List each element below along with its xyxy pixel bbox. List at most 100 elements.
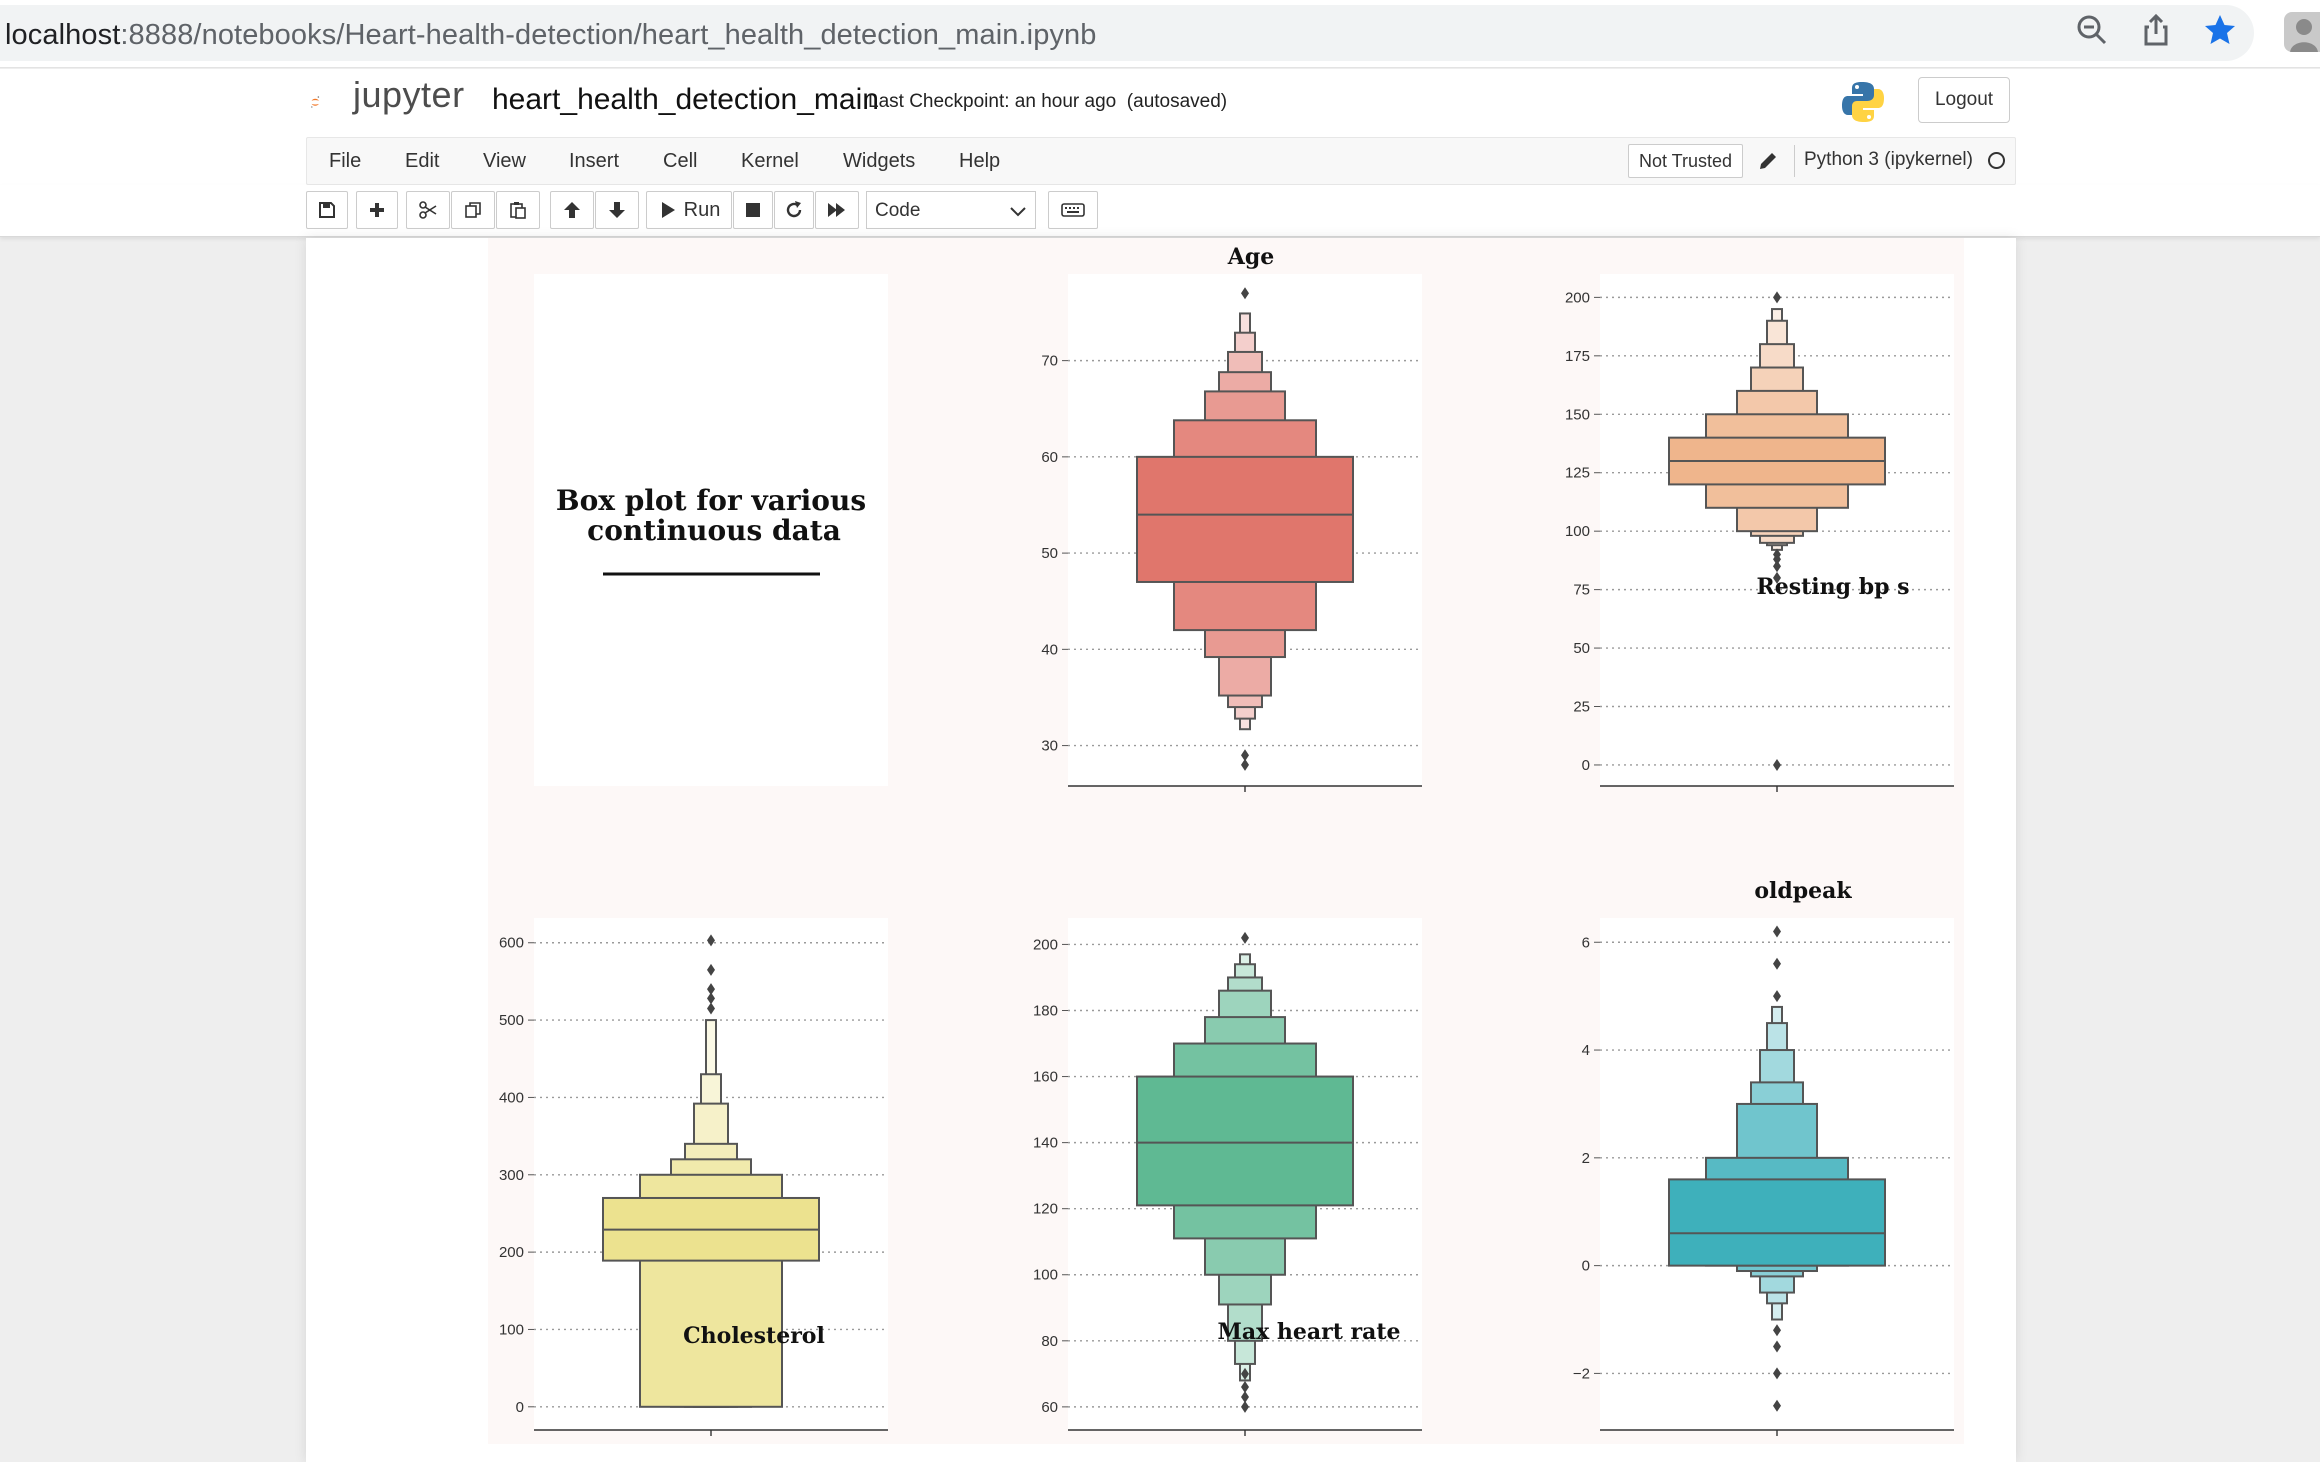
- chevron-down-icon: [1010, 207, 1026, 217]
- plot-title: Cholesterol: [683, 1323, 825, 1349]
- move-down-button[interactable]: [595, 191, 639, 229]
- url-host: localhost: [5, 19, 121, 51]
- y-tick-label: 175: [1565, 348, 1590, 365]
- menubar: File Edit View Insert Cell Kernel Widget…: [0, 137, 2320, 185]
- jupyter-logo-icon[interactable]: [310, 77, 354, 127]
- menu-widgets[interactable]: Widgets: [843, 150, 915, 173]
- y-tick-label: 200: [499, 1244, 524, 1261]
- y-tick-label: 600: [499, 935, 524, 952]
- cell-type-select[interactable]: Code: [866, 191, 1036, 229]
- y-tick-label: 400: [499, 1089, 524, 1106]
- y-tick-label: 75: [1573, 582, 1590, 599]
- y-tick-label: 25: [1573, 699, 1590, 716]
- url-path: :8888/notebooks/Heart-health-detection/h…: [120, 19, 1097, 51]
- checkpoint-status: Last Checkpoint: an hour ago (autosaved): [868, 91, 1227, 113]
- command-palette-button[interactable]: [1048, 191, 1098, 229]
- paste-button[interactable]: [496, 191, 540, 229]
- paste-icon: [510, 202, 526, 219]
- y-tick-label: 125: [1565, 465, 1590, 482]
- save-button[interactable]: [306, 191, 348, 229]
- menu-edit[interactable]: Edit: [405, 150, 439, 173]
- y-tick-label: 100: [1565, 523, 1590, 540]
- menu-view[interactable]: View: [483, 150, 526, 173]
- menu-kernel[interactable]: Kernel: [741, 150, 799, 173]
- cut-button[interactable]: [406, 191, 450, 229]
- save-icon: [319, 202, 335, 218]
- y-tick-label: 50: [1573, 640, 1590, 657]
- y-tick-label: 150: [1565, 406, 1590, 423]
- notebook-toolbar: Run Code: [0, 185, 2320, 237]
- menu-cell[interactable]: Cell: [663, 150, 697, 173]
- y-tick-label: 0: [1582, 757, 1590, 774]
- not-trusted-button[interactable]: Not Trusted: [1628, 144, 1744, 178]
- boxplot-figure: Box plot for various continuous data 30 4…: [488, 238, 1964, 1444]
- cell-type-value: Code: [875, 200, 921, 221]
- plot-title: Age: [1227, 244, 1274, 270]
- y-tick-label: 6: [1582, 934, 1590, 951]
- url-text: localhost:8888/notebooks/Heart-health-de…: [5, 19, 1097, 52]
- y-tick-label: 100: [499, 1321, 524, 1338]
- intro-text-line2: continuous data: [587, 514, 841, 547]
- play-icon: [661, 202, 675, 218]
- y-tick-label: 160: [1033, 1069, 1058, 1086]
- copy-icon: [465, 202, 481, 218]
- intro-text-line1: Box plot for various: [556, 484, 866, 517]
- y-tick-label: 70: [1041, 353, 1058, 370]
- arrow-up-icon: [564, 202, 580, 218]
- y-tick-label: 0: [1582, 1258, 1590, 1275]
- y-tick-label: 2: [1582, 1150, 1590, 1167]
- y-tick-label: 0: [516, 1399, 524, 1416]
- profile-avatar[interactable]: [2284, 12, 2320, 52]
- autosave-text: (autosaved): [1126, 91, 1228, 112]
- share-icon[interactable]: [2138, 12, 2174, 48]
- insert-cell-button[interactable]: [356, 191, 398, 229]
- copy-button[interactable]: [451, 191, 495, 229]
- y-tick-label: 40: [1041, 641, 1058, 658]
- y-tick-label: 50: [1041, 545, 1058, 562]
- y-tick-label: 500: [499, 1012, 524, 1029]
- y-tick-label: 100: [1033, 1267, 1058, 1284]
- y-tick-label: 140: [1033, 1135, 1058, 1152]
- y-tick-label: 200: [1565, 289, 1590, 306]
- menu-help[interactable]: Help: [959, 150, 1000, 173]
- zoom-out-icon[interactable]: [2074, 12, 2110, 48]
- menu-file[interactable]: File: [329, 150, 361, 173]
- run-button[interactable]: Run: [646, 191, 732, 229]
- y-tick-label: 300: [499, 1167, 524, 1184]
- boxen-box: [1136, 1075, 1354, 1207]
- jupyter-wordmark[interactable]: jupyter: [353, 74, 465, 116]
- y-tick-label: 4: [1582, 1042, 1590, 1059]
- restart-run-all-button[interactable]: [815, 191, 859, 229]
- plot-title: Resting bp s: [1756, 574, 1909, 600]
- url-field[interactable]: localhost:8888/notebooks/Heart-health-de…: [0, 5, 2254, 61]
- kernel-idle-indicator-icon: [1988, 152, 2005, 169]
- y-tick-label: 30: [1041, 738, 1058, 755]
- arrow-down-icon: [609, 202, 625, 218]
- menu-insert[interactable]: Insert: [569, 150, 619, 173]
- run-label: Run: [683, 198, 721, 221]
- y-tick-label: 80: [1041, 1333, 1058, 1350]
- kernel-separator: [1794, 145, 1795, 177]
- y-tick-label: −2: [1573, 1365, 1590, 1382]
- y-tick-label: 60: [1041, 449, 1058, 466]
- boxen-box: [1136, 455, 1354, 583]
- keyboard-icon: [1061, 203, 1085, 217]
- python-logo-icon: [1842, 82, 1884, 122]
- logout-button[interactable]: Logout: [1918, 77, 2010, 123]
- notebook-name[interactable]: heart_health_detection_main: [492, 83, 879, 117]
- restart-button[interactable]: [774, 191, 814, 229]
- figure-canvas: Box plot for various continuous data 30 4…: [499, 244, 1954, 1436]
- plot-title: oldpeak: [1754, 878, 1852, 904]
- stop-icon: [746, 203, 760, 217]
- browser-address-bar: localhost:8888/notebooks/Heart-health-de…: [0, 0, 2320, 68]
- kernel-name[interactable]: Python 3 (ipykernel): [1804, 149, 1973, 171]
- fast-forward-icon: [828, 203, 845, 217]
- pencil-icon[interactable]: [1756, 149, 1780, 173]
- boxen-box: [1668, 1178, 1886, 1267]
- bookmark-star-icon[interactable]: [2202, 12, 2238, 48]
- plot-title: Max heart rate: [1217, 1319, 1400, 1345]
- jupyter-header: jupyter heart_health_detection_main Last…: [0, 69, 2320, 137]
- y-tick-label: 200: [1033, 936, 1058, 953]
- interrupt-button[interactable]: [733, 191, 773, 229]
- move-up-button[interactable]: [550, 191, 594, 229]
